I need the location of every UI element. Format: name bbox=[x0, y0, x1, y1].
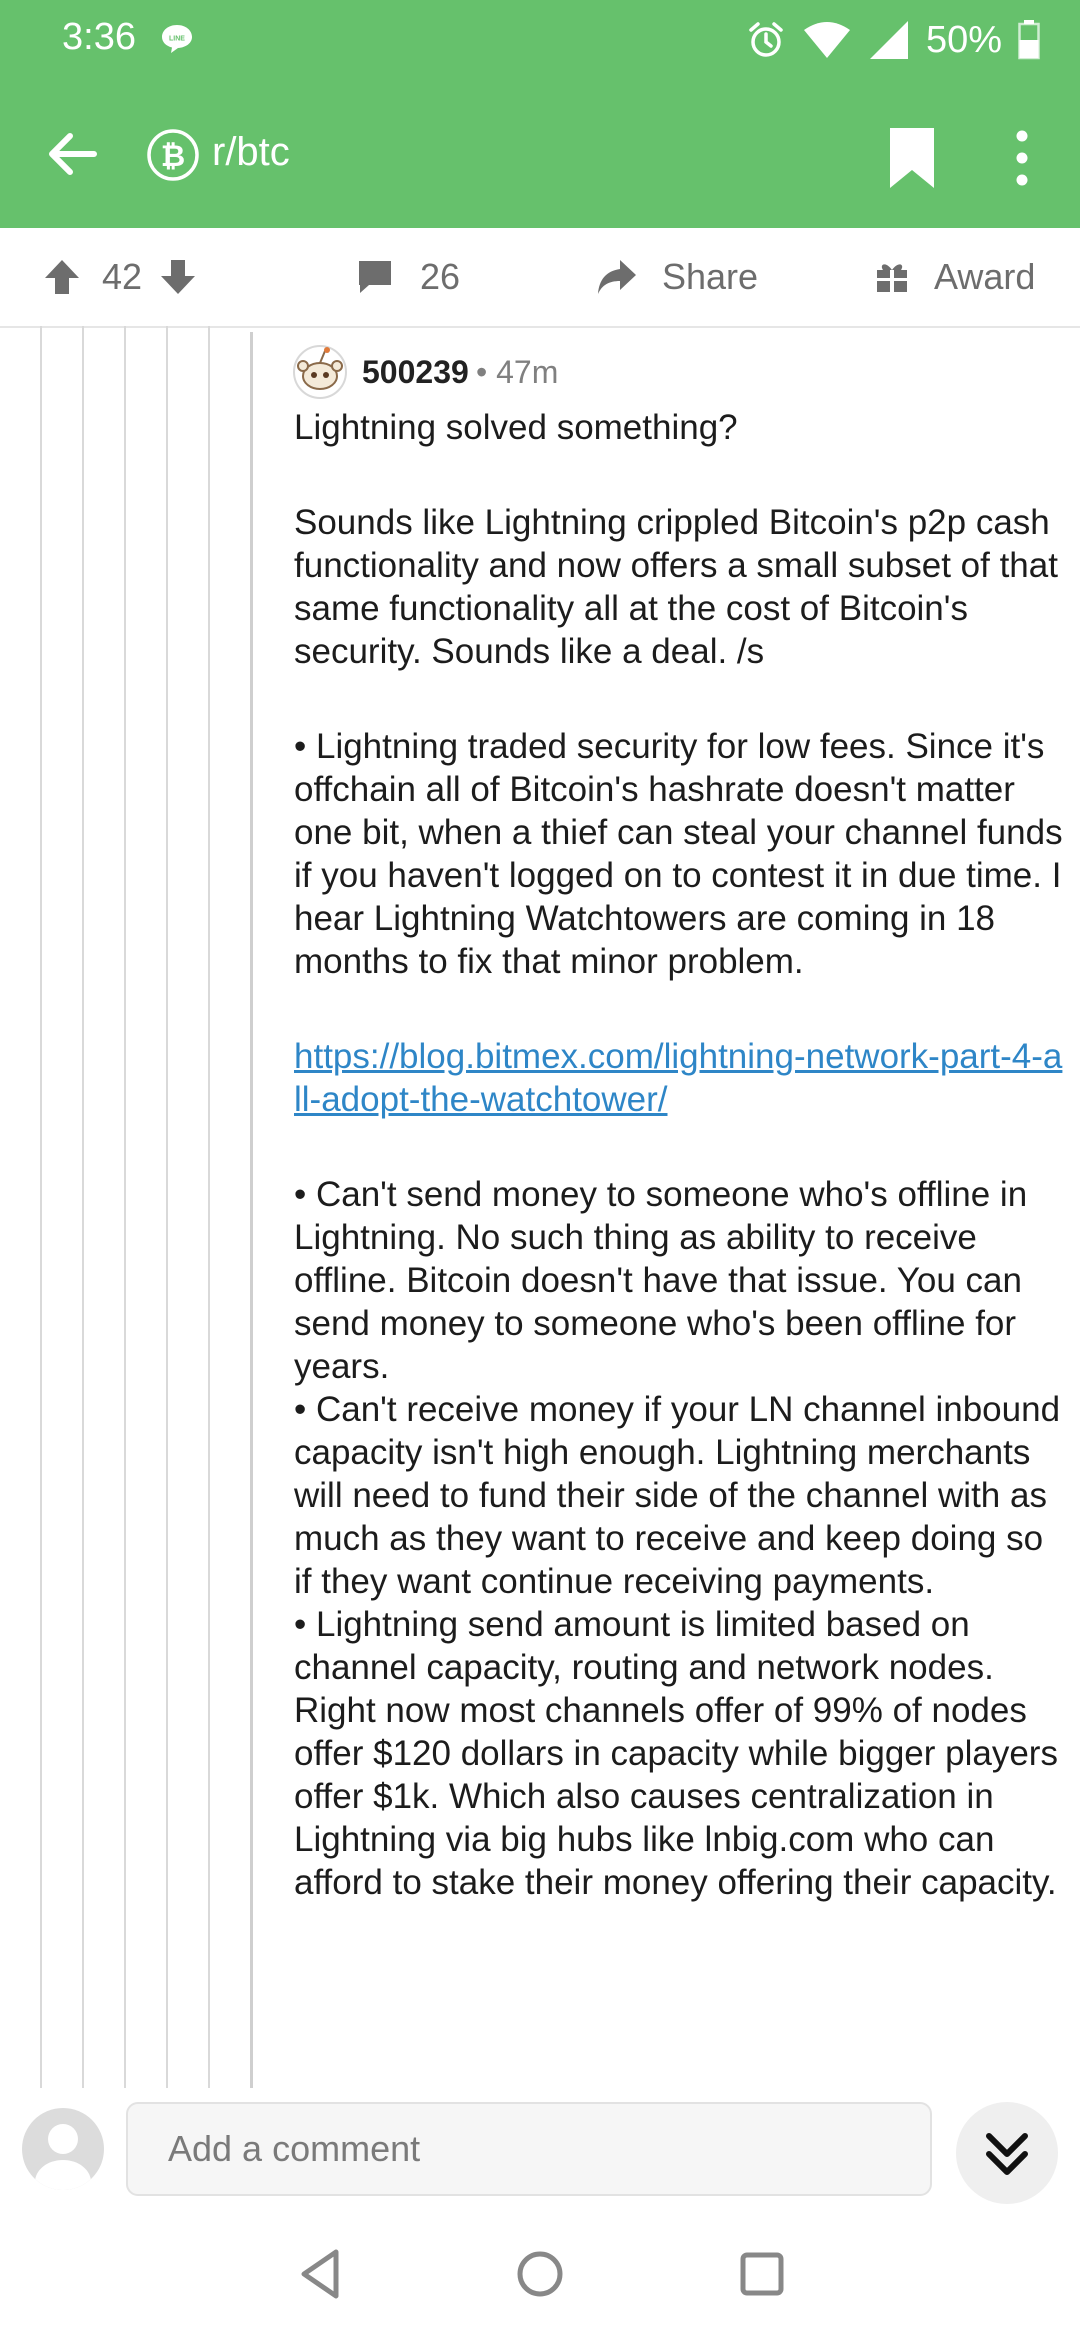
comment-author[interactable]: 500239 bbox=[362, 354, 469, 391]
battery-icon bbox=[1018, 20, 1040, 60]
post-action-bar: 42 26 Share Award bbox=[0, 228, 1080, 328]
comment-count: 26 bbox=[420, 256, 461, 297]
comment-paragraph: Sounds like Lightning crippled Bitcoin's… bbox=[294, 503, 1058, 671]
collapse-threads-button[interactable] bbox=[956, 2102, 1058, 2204]
svg-text:LINE: LINE bbox=[169, 36, 185, 43]
share-arrow-icon bbox=[598, 260, 636, 294]
double-chevron-down-icon bbox=[986, 2133, 1028, 2175]
award-button[interactable]: Award bbox=[874, 228, 1035, 326]
comment-paragraph: Lightning solved something? bbox=[294, 408, 738, 447]
share-button[interactable]: Share bbox=[596, 228, 758, 326]
comment-paragraph: • Lightning send amount is limited based… bbox=[294, 1605, 1058, 1902]
person-icon bbox=[35, 2124, 91, 2190]
svg-text:₿: ₿ bbox=[161, 139, 185, 174]
comment-bubble-icon bbox=[359, 261, 391, 293]
cell-signal-icon bbox=[869, 21, 908, 59]
upvote-arrow-icon[interactable] bbox=[42, 257, 82, 297]
back-arrow-icon[interactable] bbox=[44, 126, 100, 182]
app-bar: ₿ r/btc bbox=[0, 108, 1080, 198]
comment-paragraph: • Can't send money to someone who's offl… bbox=[294, 1175, 1028, 1386]
comment-paragraph: • Can't receive money if your LN channel… bbox=[294, 1390, 1061, 1601]
nav-back-icon[interactable] bbox=[292, 2244, 352, 2304]
subreddit-name[interactable]: r/btc bbox=[212, 130, 290, 175]
vote-group: 42 bbox=[42, 228, 198, 326]
subreddit-bitcoin-icon[interactable]: ₿ bbox=[146, 128, 200, 182]
comment-body: Lightning solved something? Sounds like … bbox=[294, 406, 1064, 1904]
comments-button[interactable]: 26 bbox=[356, 228, 460, 326]
gift-icon bbox=[877, 264, 907, 292]
comment-collapse-line[interactable] bbox=[250, 332, 253, 2088]
vote-score: 42 bbox=[102, 256, 143, 297]
status-bar: 3:36 LINE 50% bbox=[0, 0, 1080, 84]
comment-compose-bar: Add a comment bbox=[0, 2088, 1080, 2222]
award-label: Award bbox=[934, 256, 1036, 297]
nav-recents-icon[interactable] bbox=[732, 2244, 792, 2304]
nav-home-icon[interactable] bbox=[510, 2244, 570, 2304]
status-time: 3:36 bbox=[62, 16, 136, 58]
line-app-icon: LINE bbox=[162, 25, 192, 53]
comment-age: • 47m bbox=[476, 354, 559, 390]
downvote-arrow-icon[interactable] bbox=[158, 257, 198, 297]
battery-percent: 50% bbox=[925, 18, 1002, 61]
add-comment-input[interactable]: Add a comment bbox=[126, 2102, 932, 2196]
more-vertical-icon[interactable] bbox=[1000, 126, 1044, 190]
alarm-icon bbox=[749, 22, 783, 57]
app-header: 3:36 LINE 50% ₿ r/btc bbox=[0, 0, 1080, 228]
user-avatar[interactable] bbox=[292, 344, 348, 400]
comment-link[interactable]: https://blog.bitmex.com/lightning-networ… bbox=[294, 1037, 1062, 1119]
system-nav-bar bbox=[0, 2222, 1080, 2340]
comment-paragraph: • Lightning traded security for low fees… bbox=[294, 727, 1063, 981]
wifi-icon bbox=[803, 22, 850, 58]
share-label: Share bbox=[662, 256, 759, 297]
current-user-avatar[interactable] bbox=[22, 2108, 104, 2190]
bookmark-icon[interactable] bbox=[884, 126, 940, 190]
